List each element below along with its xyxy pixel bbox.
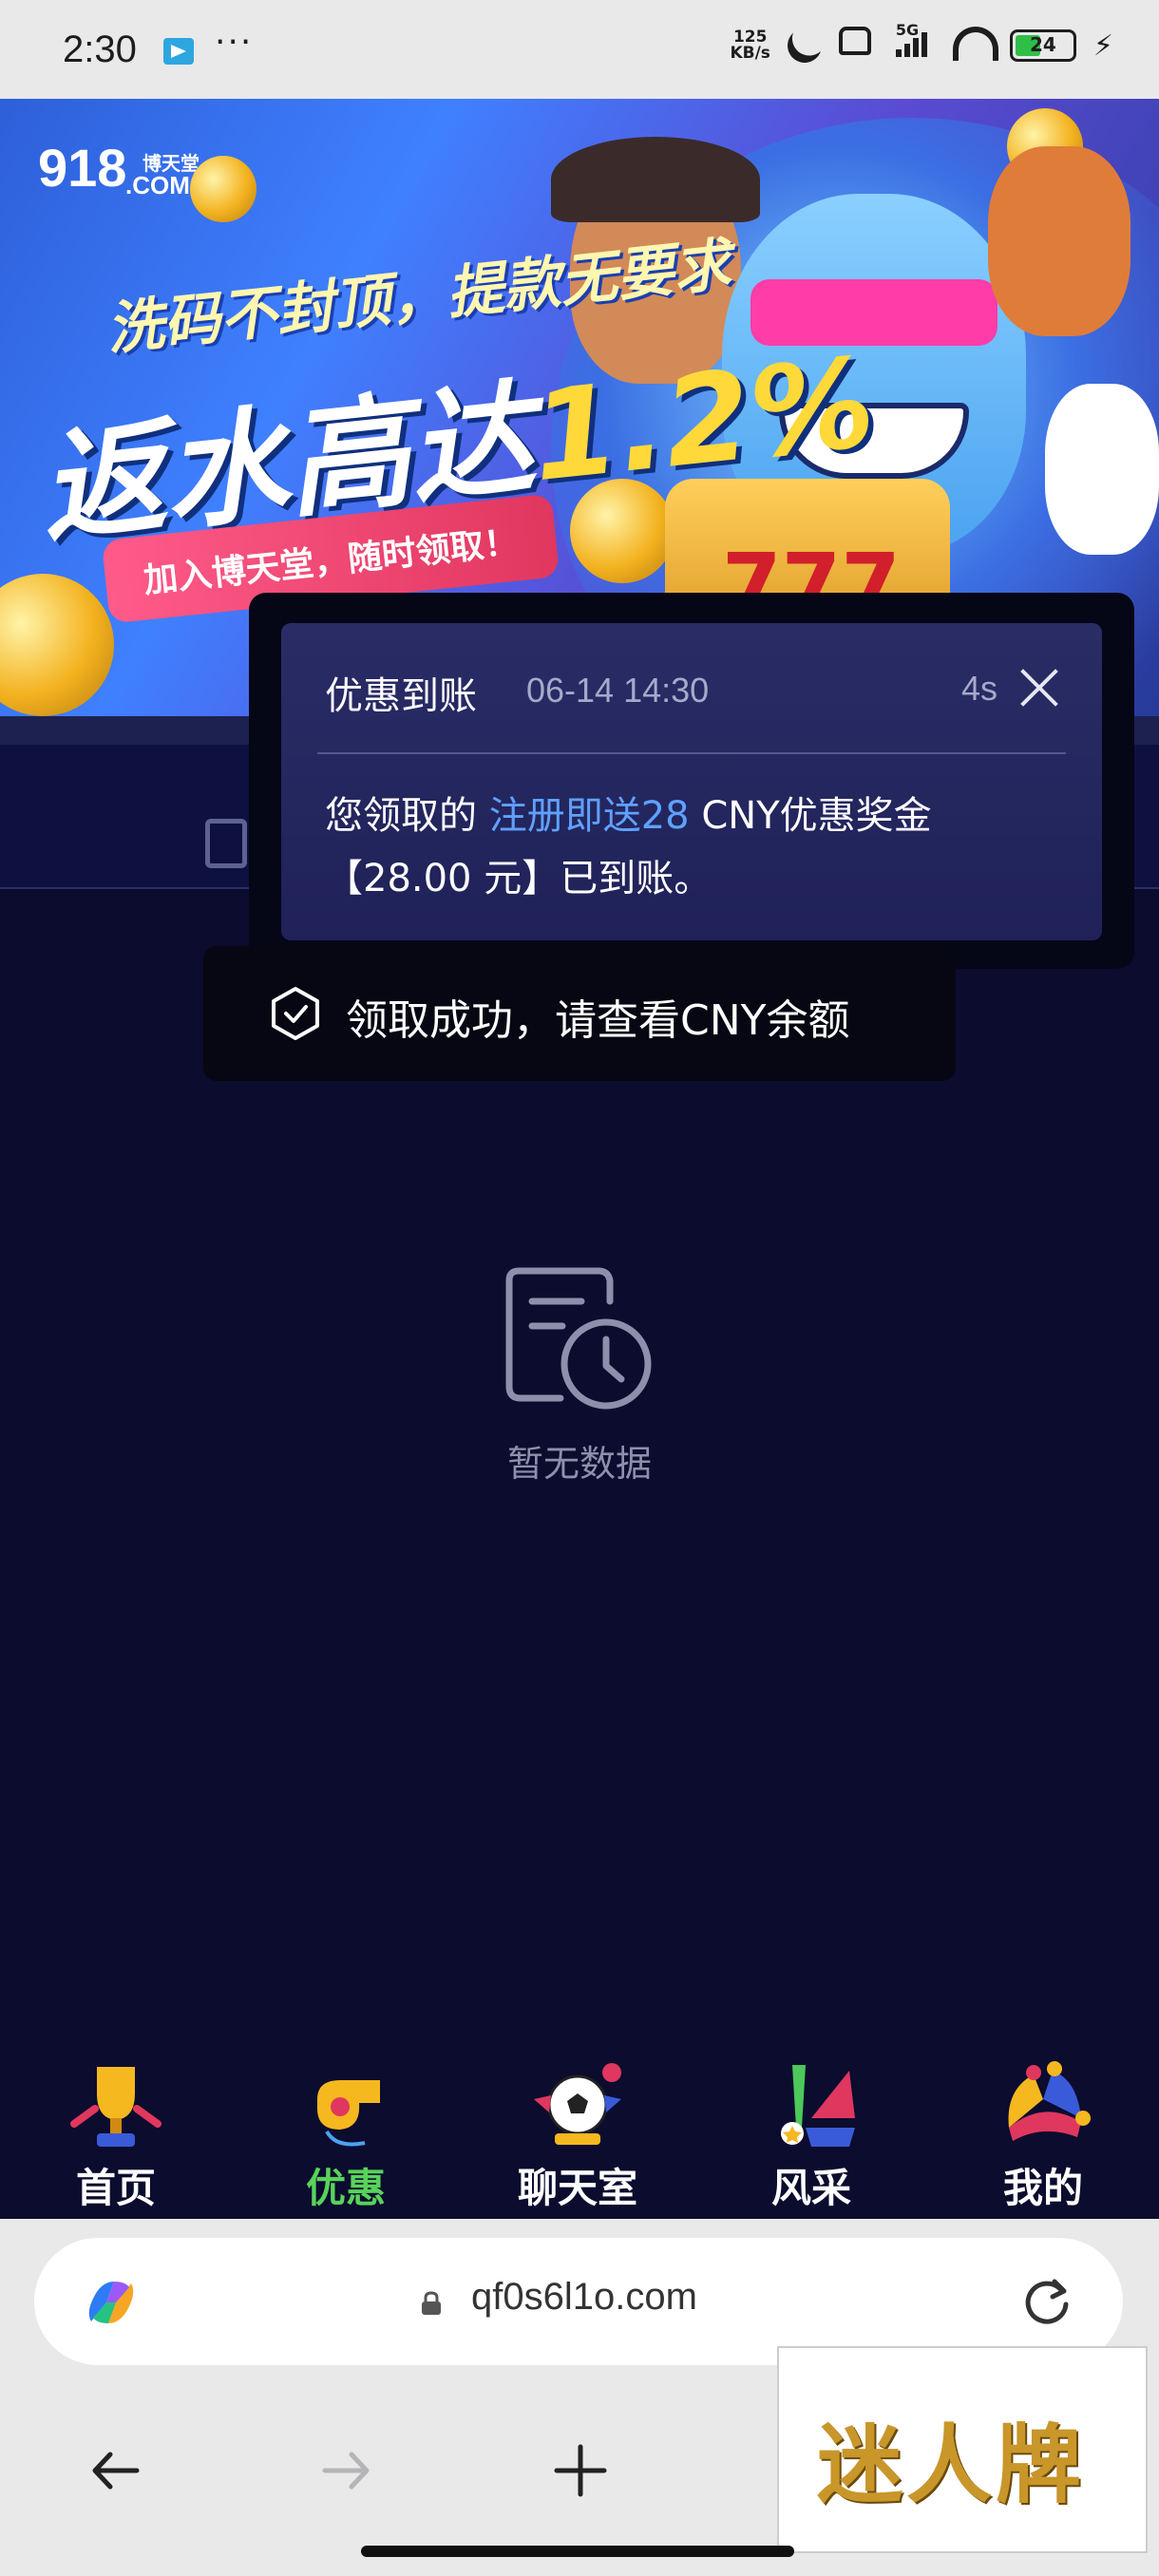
battery-icon: 24 [1009, 29, 1076, 62]
forward-arrow-icon[interactable] [314, 2437, 380, 2504]
promo-link[interactable]: 注册即送28 [489, 794, 690, 838]
empty-state-text: 暂无数据 [506, 1443, 652, 1485]
nav-home[interactable]: 首页 [21, 2052, 211, 2219]
copilot-icon[interactable] [82, 2274, 141, 2331]
jester-hat-icon [1008, 2061, 1091, 2141]
soccer-ball-icon [534, 2063, 621, 2145]
coin-decoration [0, 574, 114, 716]
nav-gallery[interactable]: 风采 [716, 2052, 906, 2219]
bunny-character [1045, 384, 1159, 555]
more-notifications-icon: ··· [215, 23, 254, 62]
notification-countdown: 4s [960, 669, 998, 708]
cell-signal-icon: 5G [895, 21, 936, 65]
back-arrow-icon[interactable] [82, 2437, 148, 2504]
status-time: 2:30 [63, 28, 137, 70]
network-speed: 125 KB/s [730, 28, 770, 63]
party-horn-icon [781, 2065, 855, 2147]
close-icon[interactable] [1016, 665, 1062, 710]
watermark: 迷人牌 [777, 2346, 1148, 2553]
nav-promotions[interactable]: 优惠 [251, 2052, 441, 2219]
new-tab-plus-icon[interactable] [547, 2437, 614, 2504]
brand-logo: 918 博天堂 .COM [38, 138, 200, 199]
dnd-moon-icon [781, 22, 827, 68]
card-icon [205, 819, 247, 868]
telegram-icon [163, 38, 194, 65]
lock-icon [422, 2291, 441, 2315]
shield-check-icon [272, 987, 319, 1040]
wifi-icon [952, 27, 998, 65]
gesture-home-bar[interactable] [361, 2546, 794, 2557]
notification-title: 优惠到账 [325, 674, 477, 718]
bottom-nav: 首页 优惠 聊天室 风采 我的 [0, 2052, 1159, 2219]
trophy-icon [70, 2067, 162, 2147]
divider [317, 752, 1066, 754]
success-toast: 领取成功，请查看CNY余额 [203, 946, 956, 1081]
nav-chatroom[interactable]: 聊天室 [483, 2052, 673, 2219]
notification-time: 06-14 14:30 [526, 671, 710, 710]
nav-profile[interactable]: 我的 [948, 2052, 1138, 2219]
bull-character [988, 146, 1130, 336]
status-bar: 2:30 ··· 125 KB/s 5G 24 ⚡ [0, 0, 1159, 99]
coin-decoration [190, 156, 256, 222]
url-text: qf0s6l1o.com [471, 2276, 697, 2318]
mute-icon [838, 27, 879, 65]
toast-message: 领取成功，请查看CNY余额 [346, 996, 850, 1045]
promo-notification: 优惠到账 06-14 14:30 4s 您领取的 注册即送28 CNY优惠奖金【… [281, 623, 1102, 940]
charging-icon: ⚡ [1092, 28, 1113, 63]
empty-records-icon [505, 1267, 652, 1410]
reload-icon[interactable] [1020, 2276, 1074, 2329]
whistle-icon [317, 2080, 380, 2147]
notification-body: 您领取的 注册即送28 CNY优惠奖金【28.00 元】已到账。 [325, 794, 932, 900]
